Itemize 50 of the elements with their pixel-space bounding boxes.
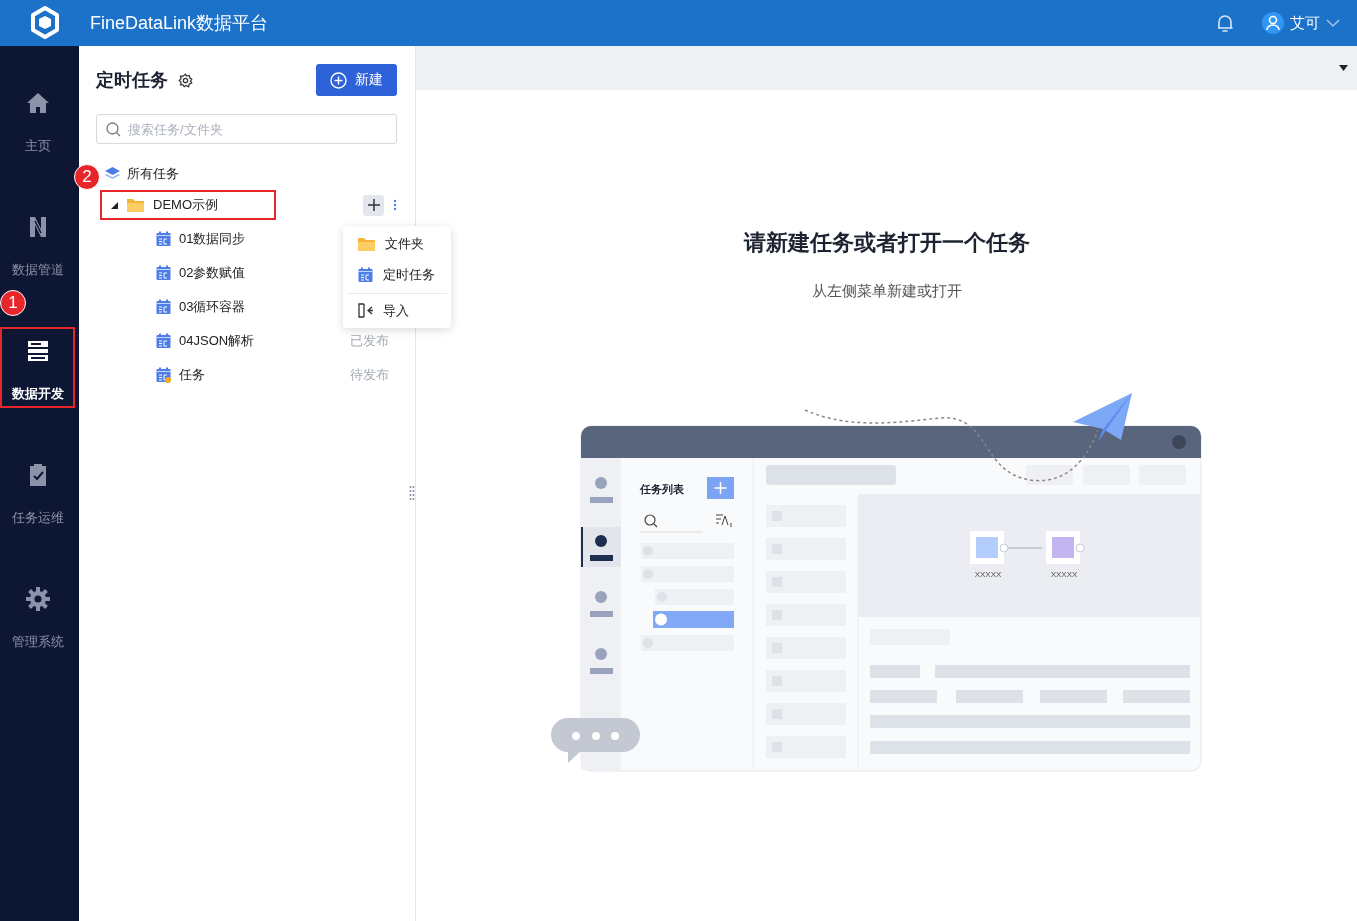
search-icon bbox=[106, 122, 121, 137]
empty-state-subtitle: 从左侧菜单新建或打开 bbox=[811, 282, 962, 301]
folder-icon bbox=[127, 198, 144, 212]
import-icon bbox=[358, 303, 373, 318]
nav-item[interactable]: 数据管道 bbox=[0, 203, 75, 284]
node-label: XXXXX bbox=[974, 570, 1001, 579]
add-button[interactable] bbox=[363, 194, 384, 216]
menu-item[interactable]: 导入 bbox=[347, 295, 447, 326]
nav-item[interactable]: 主页 bbox=[0, 79, 75, 160]
nav-item[interactable]: 任务运维 bbox=[0, 451, 75, 532]
plus-icon bbox=[367, 199, 380, 211]
avatar-icon[interactable] bbox=[1262, 12, 1284, 34]
app-title: FineDataLink数据平台 bbox=[90, 12, 269, 35]
menu-item[interactable]: 定时任务 bbox=[343, 259, 451, 290]
user-name[interactable]: 艾可 bbox=[1290, 13, 1320, 33]
logo-icon bbox=[28, 6, 62, 40]
task-item[interactable]: 03循环容器 bbox=[156, 298, 246, 316]
bell-icon[interactable] bbox=[1216, 13, 1234, 33]
folder-item[interactable]: DEMO示例 bbox=[100, 190, 276, 220]
search-field[interactable]: 搜索任务/文件夹 bbox=[96, 114, 397, 144]
settings-icon[interactable] bbox=[178, 72, 193, 88]
task-item[interactable]: 任务 bbox=[156, 366, 205, 384]
gear-icon bbox=[25, 587, 50, 611]
node-label: XXXXX bbox=[1050, 570, 1077, 579]
caret-down-icon[interactable] bbox=[1339, 65, 1348, 71]
chevron-down-icon[interactable] bbox=[1326, 18, 1340, 28]
task-item[interactable]: 02参数赋值 bbox=[156, 264, 246, 282]
task-item[interactable]: 01数据同步 bbox=[156, 230, 246, 248]
expand-caret-icon[interactable] bbox=[111, 201, 118, 209]
server-icon bbox=[25, 339, 50, 363]
plus-circle-icon bbox=[330, 71, 347, 89]
more-icon[interactable] bbox=[393, 199, 397, 211]
layers-icon bbox=[105, 167, 120, 181]
list-title: 任务列表 bbox=[639, 483, 684, 495]
new-button[interactable]: 新建 bbox=[316, 64, 397, 96]
empty-state-title: 请新建任务或者打开一个任务 bbox=[743, 229, 1030, 257]
panel-title: 定时任务 bbox=[96, 69, 168, 92]
callout-number: 2 bbox=[74, 164, 100, 190]
home-icon bbox=[25, 91, 50, 115]
callout-number: 1 bbox=[0, 290, 26, 316]
status-label: 待发布 bbox=[350, 366, 389, 384]
folder-icon bbox=[358, 236, 375, 251]
task-item[interactable]: 04JSON解析 bbox=[156, 332, 255, 350]
calendar-icon bbox=[358, 266, 373, 283]
nav-item[interactable]: 数据开发 bbox=[0, 327, 75, 408]
drag-handle-icon[interactable] bbox=[409, 486, 415, 500]
menu-item[interactable]: 文件夹 bbox=[343, 228, 451, 259]
nav-item[interactable]: 管理系统 bbox=[0, 575, 75, 656]
status-label: 已发布 bbox=[350, 332, 389, 350]
tree-root-item[interactable]: 所有任务 bbox=[105, 165, 179, 183]
